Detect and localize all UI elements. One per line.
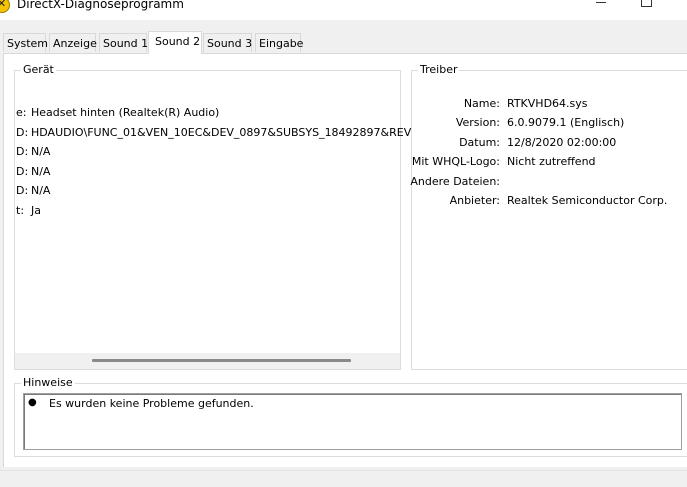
minimize-icon[interactable] xyxy=(596,2,606,3)
device-value: HDAUDIO\FUNC_01&VEN_10EC&DEV_0897&SUBSYS… xyxy=(31,126,445,139)
device-group: Gerät e: Headset hinten (Realtek(R) Audi… xyxy=(14,63,445,370)
notes-group-legend: Hinweise xyxy=(21,376,75,389)
driver-date-value: 12/8/2020 02:00:00 xyxy=(507,136,617,149)
tab-sound-1[interactable]: Sound 1 xyxy=(99,33,148,52)
device-label: D: xyxy=(16,126,29,139)
title-bar: DirectX-Diagnoseprogramm xyxy=(0,0,687,20)
bottom-strip xyxy=(0,470,687,487)
scrollbar-thumb[interactable] xyxy=(92,359,351,362)
device-label: t: xyxy=(16,204,25,217)
tab-strip: System Anzeige Sound 1 Sound 2 Sound 3 E… xyxy=(0,31,687,54)
tab-sound-3[interactable]: Sound 3 xyxy=(203,33,252,52)
tab-eingabe[interactable]: Eingabe xyxy=(255,33,303,52)
driver-date-label: Datum: xyxy=(459,136,500,149)
notes-textbox[interactable]: ● Es wurden keine Probleme gefunden. xyxy=(23,393,682,450)
device-value: N/A xyxy=(31,184,51,197)
device-label: D: xyxy=(16,184,29,197)
horizontal-scrollbar[interactable] xyxy=(15,353,400,369)
driver-whql-value: Nicht zutreffend xyxy=(507,155,596,168)
driver-provider-label: Anbieter: xyxy=(449,194,500,207)
device-label: D: xyxy=(16,165,29,178)
driver-group-legend: Treiber xyxy=(418,63,460,76)
device-label: e: xyxy=(16,106,27,119)
tab-sound-2[interactable]: Sound 2 xyxy=(148,31,202,54)
maximize-icon[interactable] xyxy=(641,0,652,7)
device-value: Ja xyxy=(31,204,41,217)
driver-other-files-label: Andere Dateien: xyxy=(410,175,500,188)
driver-whql-label: Mit WHQL-Logo: xyxy=(411,155,500,168)
driver-version-label: Version: xyxy=(455,116,500,129)
bullet-icon: ● xyxy=(28,397,37,408)
device-group-legend: Gerät xyxy=(21,63,56,76)
driver-name-label: Name: xyxy=(463,97,500,110)
device-value: Headset hinten (Realtek(R) Audio) xyxy=(31,106,220,119)
window-title: DirectX-Diagnoseprogramm xyxy=(17,0,184,11)
tab-anzeige[interactable]: Anzeige xyxy=(49,33,97,52)
driver-name-value: RTKVHD64.sys xyxy=(507,97,588,110)
driver-provider-value: Realtek Semiconductor Corp. xyxy=(507,194,668,207)
driver-group: Treiber Name: RTKVHD64.sys Version: 6.0.… xyxy=(410,63,687,370)
directx-app-icon xyxy=(0,0,10,13)
device-value: N/A xyxy=(31,145,51,158)
driver-version-value: 6.0.9079.1 (Englisch) xyxy=(507,116,625,129)
device-label: D: xyxy=(16,145,29,158)
device-value: N/A xyxy=(31,165,51,178)
note-item: Es wurden keine Probleme gefunden. xyxy=(49,397,254,410)
tab-system[interactable]: System xyxy=(3,33,48,52)
